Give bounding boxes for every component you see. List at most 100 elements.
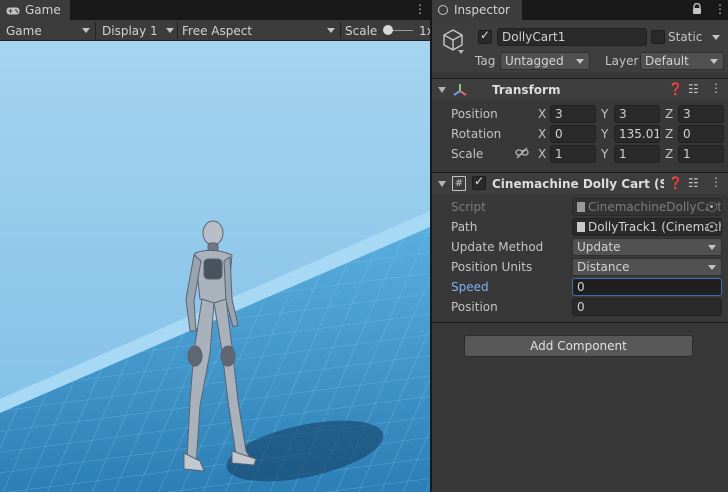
object-name-input[interactable]: DollyCart1 (497, 28, 647, 46)
position-field-value: 0 (577, 300, 585, 314)
toolbar-divider (340, 22, 341, 39)
position-label: Position (451, 107, 498, 121)
tag-value: Untagged (505, 54, 564, 68)
foldout-arrow-icon[interactable] (438, 87, 446, 93)
position-field-label: Position (451, 300, 498, 314)
scale-label: Scale (451, 147, 484, 161)
scale-z-input[interactable]: 1 (678, 145, 724, 163)
tab-inspector[interactable]: Inspector (432, 0, 522, 20)
speed-row: Speed 0 (432, 277, 728, 297)
layer-dropdown[interactable]: Default (640, 52, 724, 70)
axis-x-label[interactable]: X (538, 147, 546, 161)
lock-icon[interactable] (692, 2, 702, 15)
scale-x-value: 1 (555, 147, 563, 161)
axis-x-label[interactable]: X (538, 107, 546, 121)
kebab-menu-icon[interactable]: ⋮ (414, 2, 426, 16)
object-picker-icon[interactable] (707, 222, 717, 232)
chevron-down-icon (82, 28, 90, 33)
layer-value: Default (645, 54, 689, 68)
scale-row: Scale X 1 Y 1 Z 1 (432, 144, 728, 164)
kebab-menu-icon[interactable]: ⋮ (710, 175, 722, 189)
scale-y-value: 1 (619, 147, 627, 161)
kebab-menu-icon[interactable]: ⋮ (714, 2, 726, 16)
position-x-value: 3 (555, 107, 563, 121)
game-toolbar: Game Display 1 Free Aspect Scale 1x (0, 20, 434, 41)
script-label: Script (451, 200, 486, 214)
view-mode-label: Game (6, 23, 42, 38)
dolly-cart-header[interactable]: # Cinemachine Dolly Cart (Script) ❓ ☷ ⋮ (432, 172, 728, 194)
script-icon: # (452, 176, 466, 191)
game-view-panel: Game ⋮ Game Display 1 Free Aspect Scale … (0, 0, 434, 492)
scale-z-value: 1 (683, 147, 691, 161)
axis-y-label[interactable]: Y (601, 147, 608, 161)
chevron-down-icon (327, 28, 335, 33)
position-y-value: 3 (619, 107, 627, 121)
active-checkbox[interactable] (478, 28, 492, 44)
display-dropdown[interactable]: Display 1 (102, 20, 174, 41)
rotation-x-input[interactable]: 0 (550, 125, 596, 143)
script-value: CinemachineDollyCart (588, 200, 722, 214)
rotation-z-value: 0 (683, 127, 691, 141)
scale-y-input[interactable]: 1 (614, 145, 660, 163)
object-name-value: DollyCart1 (502, 30, 566, 44)
position-y-input[interactable]: 3 (614, 105, 660, 123)
transform-header[interactable]: Transform ❓ ☷ ⋮ (432, 78, 728, 100)
position-x-input[interactable]: 3 (550, 105, 596, 123)
position-field-input[interactable]: 0 (572, 298, 722, 316)
static-dropdown-caret[interactable] (712, 35, 720, 40)
scale-slider-thumb[interactable] (383, 25, 393, 35)
add-component-button[interactable]: Add Component (464, 335, 693, 357)
game-tab-bar: Game ⋮ (0, 0, 430, 20)
object-header: DollyCart1 Static Tag Untagged Layer Def… (432, 20, 728, 72)
position-units-dropdown[interactable]: Distance (572, 258, 722, 276)
chevron-down-icon (708, 245, 716, 250)
icon-picker-caret[interactable] (458, 50, 464, 54)
game-viewport[interactable] (0, 41, 430, 492)
inspector-tab-bar: Inspector ⋮ (432, 0, 728, 20)
component-enabled-checkbox[interactable] (472, 174, 486, 190)
help-icon[interactable]: ❓ (668, 82, 683, 96)
position-z-value: 3 (683, 107, 691, 121)
rotation-y-input[interactable]: 135.01 (614, 125, 660, 143)
path-field[interactable]: DollyTrack1 (CinemachineSmoothPath) (572, 218, 722, 236)
tab-game[interactable]: Game (0, 0, 70, 20)
foldout-arrow-icon[interactable] (438, 181, 446, 187)
rotation-label: Rotation (451, 127, 502, 141)
speed-input[interactable]: 0 (572, 278, 722, 296)
layer-label: Layer (605, 54, 639, 68)
update-method-dropdown[interactable]: Update (572, 238, 722, 256)
static-checkbox[interactable] (651, 30, 665, 44)
chevron-down-icon (710, 59, 718, 64)
presets-icon[interactable]: ☷ (688, 176, 699, 190)
path-row: Path DollyTrack1 (CinemachineSmoothPath) (432, 217, 728, 237)
aspect-label: Free Aspect (182, 23, 253, 38)
link-icon[interactable] (515, 147, 529, 162)
chevron-down-icon (576, 59, 584, 64)
axis-z-label[interactable]: Z (665, 147, 673, 161)
kebab-menu-icon[interactable]: ⋮ (710, 81, 722, 95)
update-method-value: Update (577, 240, 621, 254)
path-value: DollyTrack1 (CinemachineSmoothPath) (588, 220, 721, 234)
help-icon[interactable]: ❓ (668, 176, 683, 190)
tag-label: Tag (475, 54, 496, 68)
aspect-dropdown[interactable]: Free Aspect (182, 20, 338, 41)
toolbar-divider (177, 22, 178, 39)
position-z-input[interactable]: 3 (678, 105, 724, 123)
scale-label: Scale (345, 23, 378, 38)
tab-inspector-label: Inspector (454, 3, 510, 17)
path-label: Path (451, 220, 478, 234)
tag-dropdown[interactable]: Untagged (500, 52, 590, 70)
object-icon (577, 222, 585, 232)
presets-icon[interactable]: ☷ (688, 82, 699, 96)
scale-x-input[interactable]: 1 (550, 145, 596, 163)
axis-y-label[interactable]: Y (601, 107, 608, 121)
axis-z-label[interactable]: Z (665, 107, 673, 121)
dolly-cart-title: Cinemachine Dolly Cart (Script) (492, 177, 664, 191)
tab-game-label: Game (25, 3, 61, 17)
axis-z-label[interactable]: Z (665, 127, 673, 141)
axis-x-label[interactable]: X (538, 127, 546, 141)
view-mode-dropdown[interactable]: Game (6, 20, 90, 41)
axis-y-label[interactable]: Y (601, 127, 608, 141)
rotation-z-input[interactable]: 0 (678, 125, 724, 143)
position-field-row: Position 0 (432, 297, 728, 317)
